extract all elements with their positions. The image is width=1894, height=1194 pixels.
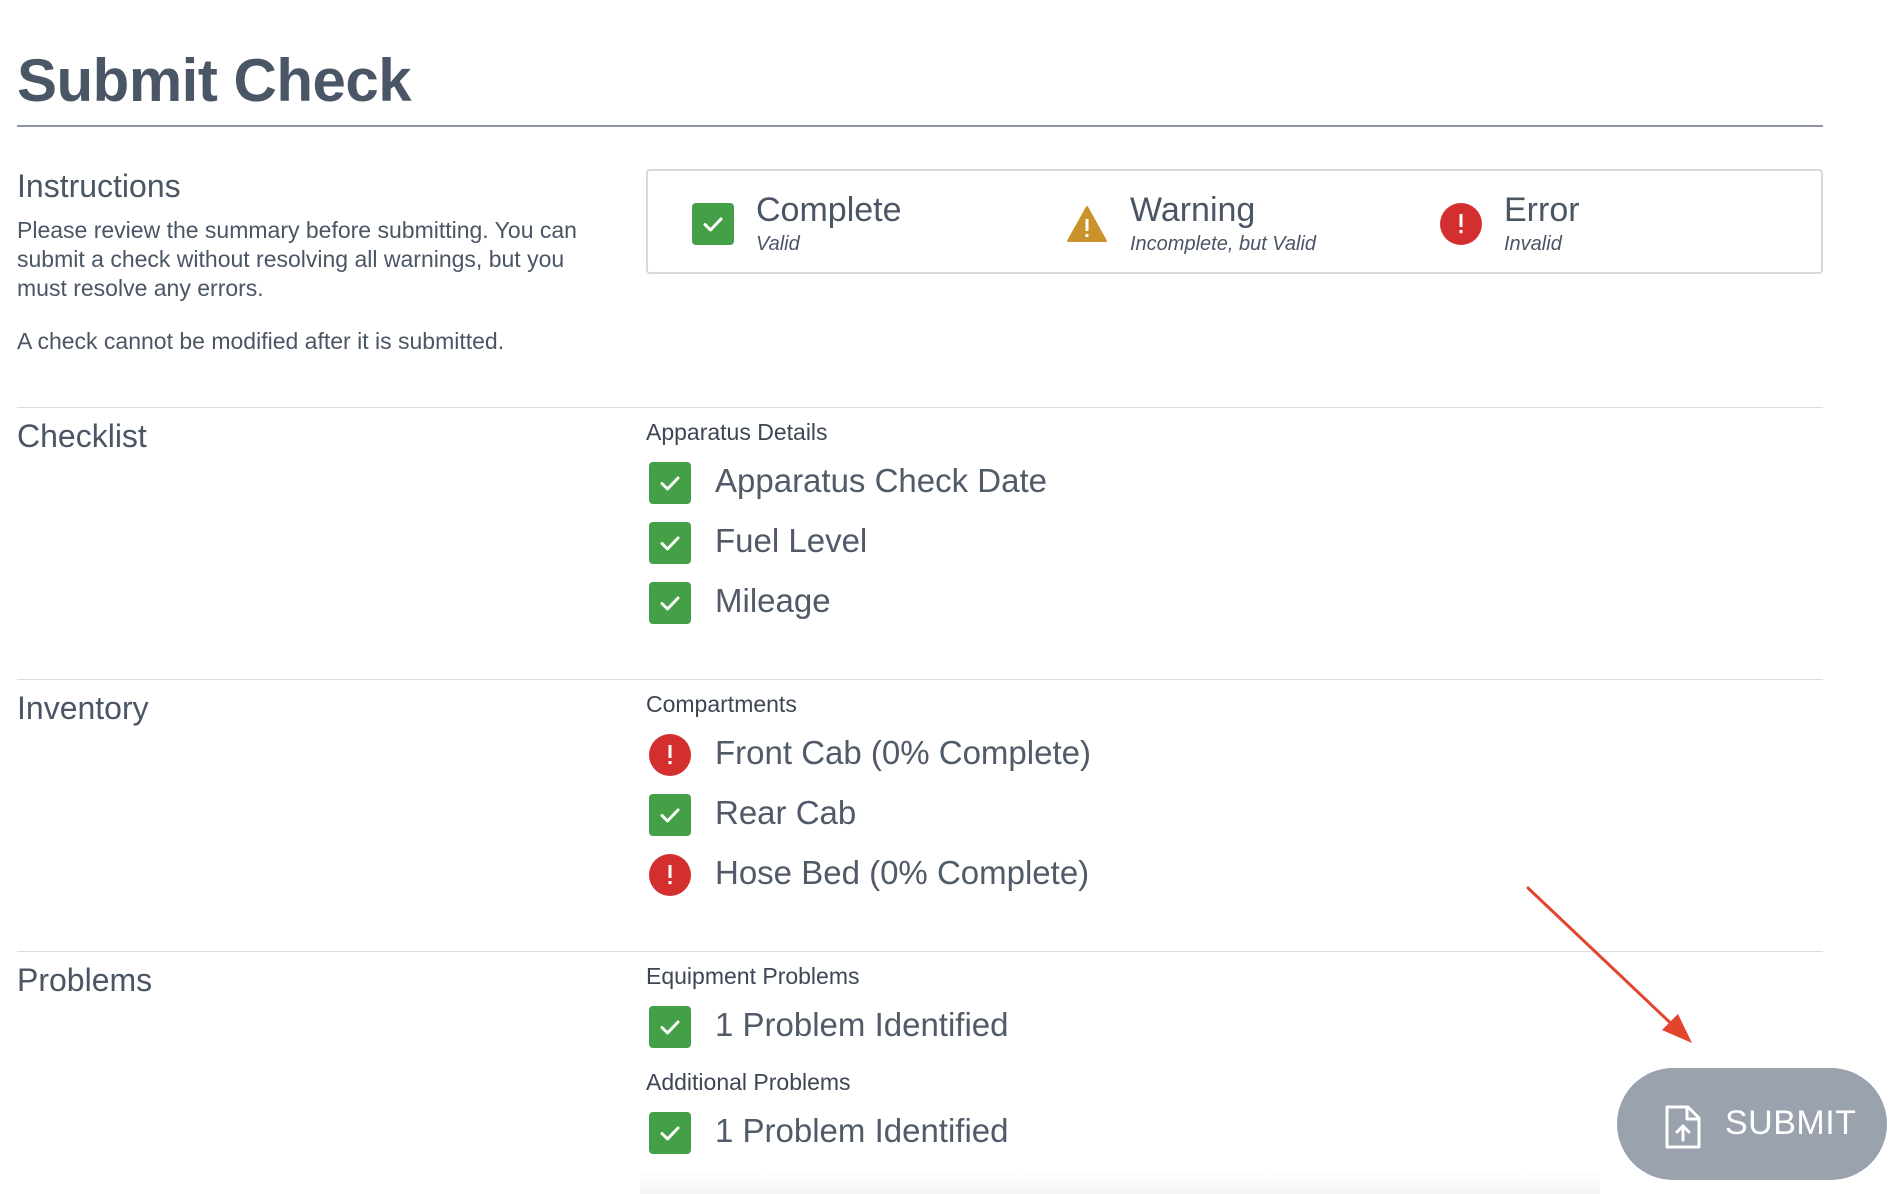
legend-warning-label: Warning: [1130, 191, 1256, 229]
status-legend: Complete Valid Warning Incomplete, but V…: [646, 169, 1823, 274]
title-divider: [17, 125, 1823, 127]
inventory-heading: Inventory: [17, 690, 149, 726]
file-upload-icon: [1663, 1104, 1703, 1150]
inventory-item-label: Front Cab (0% Complete): [715, 734, 1091, 771]
instructions-note: A check cannot be modified after it is s…: [17, 328, 505, 354]
check-square-icon: [649, 794, 691, 836]
annotation-arrow-icon: [1526, 886, 1692, 1043]
checklist-item-label: Fuel Level: [715, 522, 868, 559]
error-circle-icon: [1440, 203, 1482, 245]
legend-complete-label: Complete: [756, 191, 902, 229]
section-divider: [17, 679, 1823, 680]
checklist-item-label: Mileage: [715, 582, 831, 619]
inventory-item-label: Hose Bed (0% Complete): [715, 854, 1090, 891]
check-square-icon: [649, 462, 691, 504]
check-square-icon: [649, 522, 691, 564]
error-circle-icon: [649, 734, 691, 776]
check-square-icon: [649, 1006, 691, 1048]
checklist-item-label: Apparatus Check Date: [715, 462, 1048, 499]
equipment-problems-label: Equipment Problems: [646, 963, 860, 989]
error-circle-icon: [649, 854, 691, 896]
checklist-heading: Checklist: [17, 418, 147, 454]
compartments-label: Compartments: [646, 691, 797, 717]
submit-button-label: SUBMIT: [1725, 1104, 1857, 1142]
legend-complete-sub: Valid: [756, 233, 800, 255]
section-divider: [17, 407, 1823, 408]
bottom-fade: [640, 1170, 1600, 1194]
instructions-heading: Instructions: [17, 168, 181, 204]
equipment-problems-text: 1 Problem Identified: [715, 1006, 1009, 1043]
check-square-icon: [649, 1112, 691, 1154]
legend-warning-sub: Incomplete, but Valid: [1130, 233, 1317, 255]
inventory-item-label: Rear Cab: [715, 794, 857, 831]
additional-problems-text: 1 Problem Identified: [715, 1112, 1009, 1149]
instructions-text: Please review the summary before submitt…: [17, 217, 577, 301]
check-square-icon: [649, 582, 691, 624]
check-square-icon: [692, 203, 734, 245]
warning-triangle-icon: [1066, 203, 1108, 245]
page-title: Submit Check: [17, 47, 412, 114]
legend-error-sub: Invalid: [1504, 233, 1562, 255]
additional-problems-label: Additional Problems: [646, 1069, 851, 1095]
problems-heading: Problems: [17, 962, 153, 998]
submit-button[interactable]: SUBMIT: [1617, 1068, 1887, 1180]
legend-error-label: Error: [1504, 191, 1580, 229]
apparatus-details-label: Apparatus Details: [646, 419, 828, 445]
